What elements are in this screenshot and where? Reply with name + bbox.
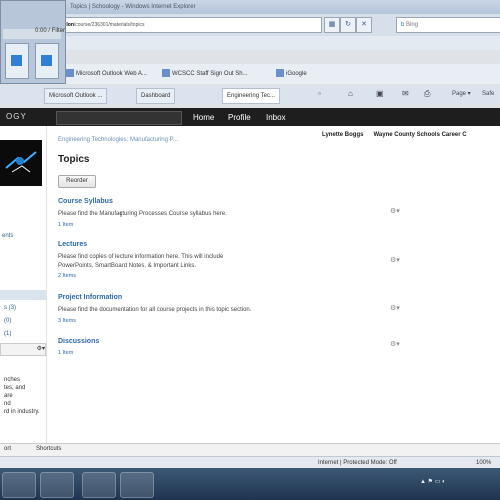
folder-desc-2: PowerPoints, SmartBoard Notes, & Importa… bbox=[58, 263, 197, 269]
nav-inbox[interactable]: Inbox bbox=[266, 113, 286, 122]
page-body bbox=[0, 126, 500, 444]
folder-title[interactable]: Discussions bbox=[58, 338, 99, 345]
sidebar-count[interactable]: (1) bbox=[4, 331, 11, 337]
folder-title[interactable]: Course Syllabus bbox=[58, 198, 113, 205]
recorder-widget[interactable]: 0:00 / Filter bbox=[0, 0, 66, 84]
sidebar-desc-line: tes, and bbox=[4, 385, 26, 391]
safety-menu[interactable]: Safe bbox=[482, 88, 494, 100]
folder-gear-icon[interactable]: ⚙▾ bbox=[390, 207, 400, 215]
school-name[interactable]: Wayne County Schools Career C bbox=[373, 132, 466, 138]
record-button[interactable] bbox=[5, 43, 29, 79]
sidebar-count[interactable]: (0) bbox=[4, 318, 11, 324]
folder-gear-icon[interactable]: ⚙▾ bbox=[390, 304, 400, 312]
bing-icon: b bbox=[401, 22, 405, 28]
course-logo-icon bbox=[5, 151, 37, 173]
favorites-bar: Microsoft Outlook Web A... WCSCC Staff S… bbox=[0, 64, 500, 84]
address-host: llon bbox=[65, 22, 74, 28]
nav-home[interactable]: Home bbox=[193, 113, 214, 122]
folder-title[interactable]: Project Information bbox=[58, 294, 122, 301]
folder-icon[interactable] bbox=[82, 472, 116, 498]
bottom-tab-shortcuts[interactable]: Shortcuts bbox=[36, 446, 61, 452]
course-image bbox=[0, 140, 42, 186]
bottom-tabs: ort Shortcuts bbox=[0, 444, 500, 456]
sidebar-count[interactable]: s (3) bbox=[4, 305, 16, 311]
window-titlebar: Topics | Schoology - Windows Internet Ex… bbox=[0, 0, 500, 14]
window-title: Topics | Schoology - Windows Internet Ex… bbox=[70, 4, 196, 10]
page-menu[interactable]: Page ▾ bbox=[452, 88, 471, 100]
start-button[interactable] bbox=[2, 472, 36, 498]
sidebar-desc-line: nd bbox=[4, 401, 11, 407]
sidebar-item[interactable]: ents bbox=[2, 233, 13, 239]
folder-item-count[interactable]: 2 Items bbox=[58, 273, 76, 279]
folder-item-count[interactable]: 3 Items bbox=[58, 318, 76, 324]
folder-desc: Please find the documentation for all co… bbox=[58, 307, 252, 313]
pause-button[interactable] bbox=[35, 43, 59, 79]
user-info[interactable]: Lynette Boggs Wayne County Schools Career… bbox=[322, 132, 467, 138]
user-name[interactable]: Lynette Boggs bbox=[322, 132, 363, 138]
media-player-icon[interactable] bbox=[40, 472, 74, 498]
sidebar-selected[interactable] bbox=[0, 290, 46, 300]
outlook-icon bbox=[66, 69, 74, 78]
stop-icon[interactable]: ✕ bbox=[356, 17, 372, 33]
tab-engineering[interactable]: Engineering Tec... bbox=[222, 88, 280, 104]
folder-title[interactable]: Lectures bbox=[58, 241, 87, 248]
app-search-input[interactable] bbox=[56, 111, 182, 125]
favorite-item[interactable]: Microsoft Outlook Web A... bbox=[66, 68, 147, 80]
breadcrumb[interactable]: Engineering Technologies: Manufacturing … bbox=[58, 137, 178, 143]
system-tray: ▲ ⚑ ▭ ◐ bbox=[420, 479, 446, 485]
mail-icon[interactable]: ✉ bbox=[402, 88, 409, 100]
print-icon[interactable]: ⎙ bbox=[424, 88, 430, 100]
recorder-label: 0:00 / Filter bbox=[35, 28, 66, 34]
folder-gear-icon[interactable]: ⚙▾ bbox=[390, 340, 400, 348]
sidebar-desc-line: nches bbox=[4, 377, 21, 383]
gear-icon: ⚙▾ bbox=[36, 346, 45, 352]
tab-dashboard[interactable]: Dashboard bbox=[136, 88, 176, 104]
sidebar-desc-line: rd in industry. bbox=[4, 409, 40, 415]
folder-item-count[interactable]: 1 Item bbox=[58, 350, 73, 356]
nav-profile[interactable]: Profile bbox=[228, 113, 251, 122]
page-title: Topics bbox=[58, 154, 90, 165]
tab-outlook[interactable]: Microsoft Outlook ... bbox=[44, 88, 108, 104]
sidebar-desc-line: are bbox=[4, 393, 13, 399]
reorder-button[interactable]: Reorder bbox=[58, 175, 96, 188]
favorite-item[interactable]: iGoogle bbox=[276, 68, 307, 80]
stop-square-icon bbox=[41, 55, 52, 66]
sheet-icon bbox=[162, 69, 170, 78]
schoology-logo: OGY bbox=[6, 112, 27, 121]
search-placeholder: Bing bbox=[406, 22, 419, 28]
new-tab-icon[interactable]: ▫ bbox=[318, 89, 321, 98]
stop-square-icon bbox=[11, 55, 22, 66]
mouse-cursor-icon: I bbox=[120, 212, 122, 219]
sidebar-gear-button[interactable]: ⚙▾ bbox=[0, 343, 46, 356]
google-icon bbox=[276, 69, 284, 78]
feeds-icon[interactable]: ▣ bbox=[376, 88, 384, 100]
address-path: /course/236301/materials/topics bbox=[73, 22, 145, 28]
folder-gear-icon[interactable]: ⚙▾ bbox=[390, 256, 400, 264]
address-bar[interactable]: llon/course/236301/materials/topics bbox=[64, 17, 322, 33]
search-input[interactable]: b Bing bbox=[396, 17, 500, 33]
compatibility-icon[interactable]: ▦ bbox=[324, 17, 340, 33]
home-icon[interactable]: ⌂ bbox=[348, 88, 353, 100]
menu-row bbox=[0, 36, 500, 50]
folder-desc: Please find the Manufacturing Processes … bbox=[58, 211, 227, 217]
bottom-tab-report[interactable]: ort bbox=[4, 446, 11, 452]
folder-item-count[interactable]: 1 Item bbox=[58, 222, 73, 228]
refresh-icon[interactable]: ↻ bbox=[340, 17, 356, 33]
favorite-item[interactable]: WCSCC Staff Sign Out Sh... bbox=[162, 68, 248, 80]
folder-desc: Please find copies of lecture informatio… bbox=[58, 254, 224, 260]
presentation-app-icon[interactable] bbox=[120, 472, 154, 498]
